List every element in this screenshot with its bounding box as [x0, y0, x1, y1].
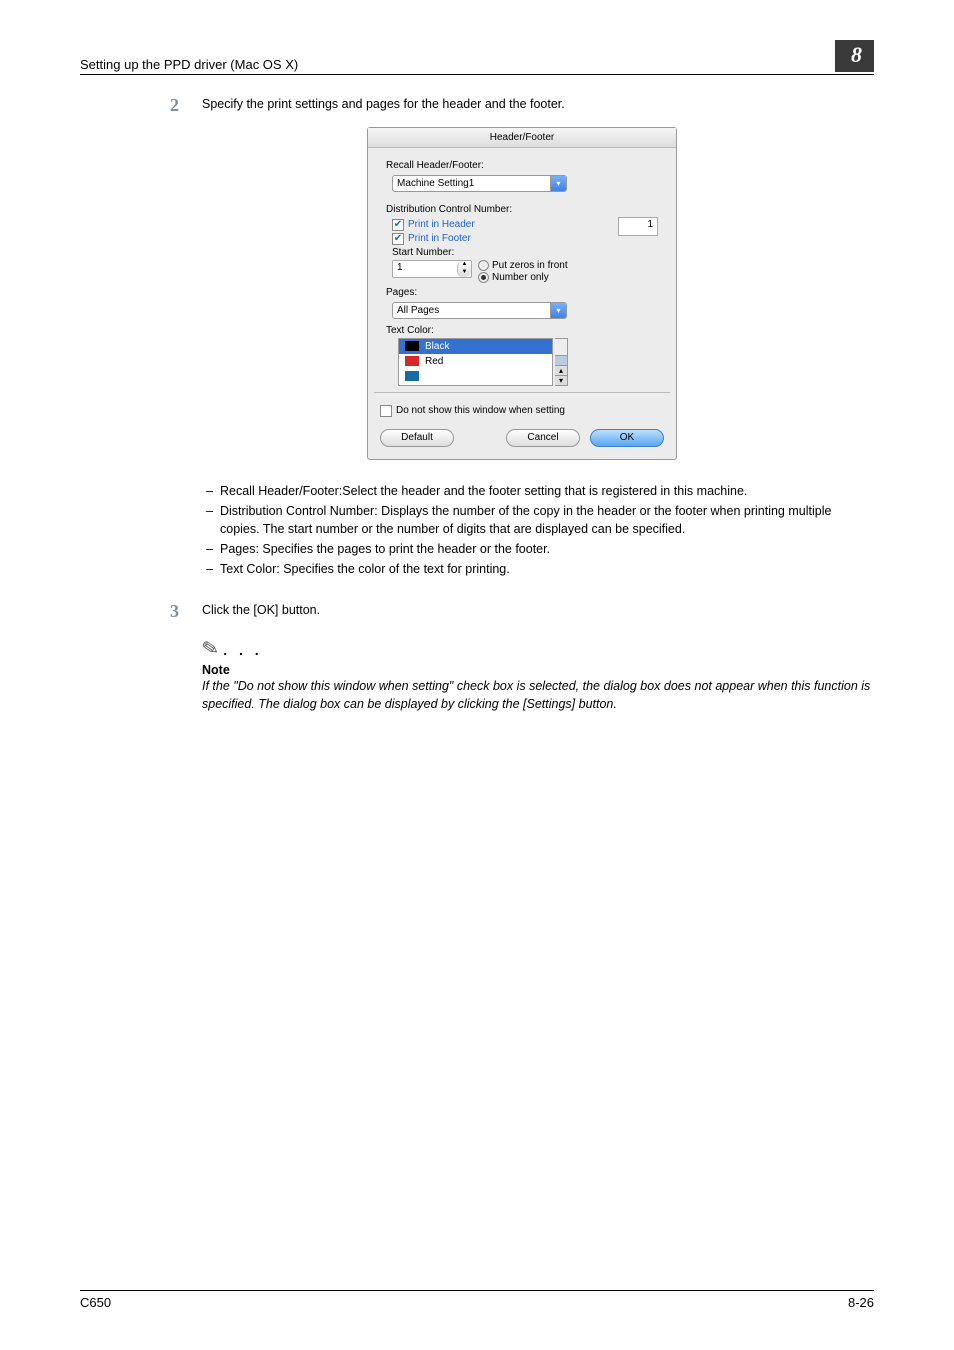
start-number-value: 1 — [393, 261, 457, 277]
dcn-label: Distribution Control Number: — [386, 204, 658, 215]
footer-model: C650 — [80, 1295, 111, 1310]
note-label: Note — [202, 663, 874, 677]
digits-field[interactable]: 1 — [618, 217, 658, 236]
bullet-textcolor: Text Color: Specifies the color of the t… — [220, 560, 874, 578]
footer-page-number: 8-26 — [848, 1295, 874, 1310]
color-red-label: Red — [425, 356, 443, 367]
color-list-scrollbar[interactable]: ▴ ▾ — [555, 338, 568, 386]
chevron-up-icon: ▲ — [458, 261, 471, 269]
checkbox-checked-icon: ✔ — [392, 233, 404, 245]
step-number-3: 3 — [170, 601, 188, 623]
dialog-title: Header/Footer — [368, 128, 676, 148]
pages-select[interactable]: All Pages ▾ — [392, 302, 567, 319]
checkbox-checked-icon: ✔ — [392, 219, 404, 231]
pencil-icon: ✎ — [200, 635, 221, 663]
pages-label: Pages: — [386, 287, 658, 298]
page-header: Setting up the PPD driver (Mac OS X) 8 — [80, 40, 874, 75]
text-color-list[interactable]: Black Red ▴ — [398, 338, 658, 386]
step-2-text: Specify the print settings and pages for… — [202, 95, 874, 117]
note-block: ✎ . . . Note If the "Do not show this wi… — [202, 636, 874, 713]
do-not-show-checkbox[interactable]: Do not show this window when setting — [368, 405, 676, 423]
note-dots: . . . — [223, 642, 262, 658]
start-number-label: Start Number: — [392, 247, 658, 258]
bullet-pages: Pages: Specifies the pages to print the … — [220, 540, 874, 558]
header-footer-dialog: Header/Footer Recall Header/Footer: Mach… — [367, 127, 677, 460]
cancel-button[interactable]: Cancel — [506, 429, 580, 447]
color-swatch-red — [405, 356, 419, 366]
page-footer: C650 8-26 — [80, 1290, 874, 1310]
bullet-list: Recall Header/Footer:Select the header a… — [202, 482, 874, 579]
color-swatch-more — [405, 371, 419, 381]
chevron-updown-icon: ▾ — [550, 302, 566, 319]
start-number-stepper[interactable]: 1 ▲ ▼ — [392, 260, 472, 278]
pages-value: All Pages — [393, 305, 550, 316]
color-black-label: Black — [425, 341, 449, 352]
recall-label: Recall Header/Footer: — [386, 160, 658, 171]
put-zeros-label: Put zeros in front — [492, 260, 568, 271]
chevron-down-icon: ▼ — [458, 269, 471, 277]
print-in-header-checkbox[interactable]: ✔ Print in Header — [392, 219, 612, 231]
step-2: 2 Specify the print settings and pages f… — [170, 95, 874, 117]
color-option-red[interactable]: Red — [399, 354, 552, 369]
color-option-black[interactable]: Black — [399, 339, 552, 354]
radio-unchecked-icon — [478, 260, 489, 271]
chapter-badge: 8 — [835, 40, 874, 72]
step-number-2: 2 — [170, 95, 188, 117]
ok-button[interactable]: OK — [590, 429, 664, 447]
scrollbar-thumb[interactable] — [555, 355, 567, 365]
text-color-label: Text Color: — [386, 325, 658, 336]
default-button[interactable]: Default — [380, 429, 454, 447]
print-in-footer-checkbox[interactable]: ✔ Print in Footer — [392, 233, 612, 245]
chevron-updown-icon: ▾ — [550, 175, 566, 192]
print-header-label: Print in Header — [408, 219, 475, 230]
radio-checked-icon — [478, 272, 489, 283]
step-2-details: Recall Header/Footer:Select the header a… — [170, 478, 874, 591]
note-text: If the "Do not show this window when set… — [202, 677, 874, 713]
bullet-recall: Recall Header/Footer:Select the header a… — [220, 482, 874, 500]
chevron-up-icon[interactable]: ▴ — [555, 365, 567, 375]
number-only-label: Number only — [492, 272, 549, 283]
color-swatch-black — [405, 341, 419, 351]
recall-select[interactable]: Machine Setting1 ▾ — [392, 175, 567, 192]
chevron-down-icon[interactable]: ▾ — [555, 375, 567, 385]
do-not-show-label: Do not show this window when setting — [396, 405, 565, 416]
recall-value: Machine Setting1 — [393, 178, 550, 189]
number-only-radio[interactable]: Number only — [478, 272, 568, 283]
step-3-text: Click the [OK] button. — [202, 601, 874, 623]
checkbox-unchecked-icon — [380, 405, 392, 417]
color-option-more[interactable] — [399, 369, 552, 383]
step-3: 3 Click the [OK] button. — [170, 601, 874, 623]
stepper-buttons[interactable]: ▲ ▼ — [457, 261, 471, 277]
bullet-dcn: Distribution Control Number: Displays th… — [220, 502, 874, 538]
header-title: Setting up the PPD driver (Mac OS X) — [80, 57, 835, 72]
print-footer-label: Print in Footer — [408, 233, 471, 244]
put-zeros-radio[interactable]: Put zeros in front — [478, 260, 568, 271]
